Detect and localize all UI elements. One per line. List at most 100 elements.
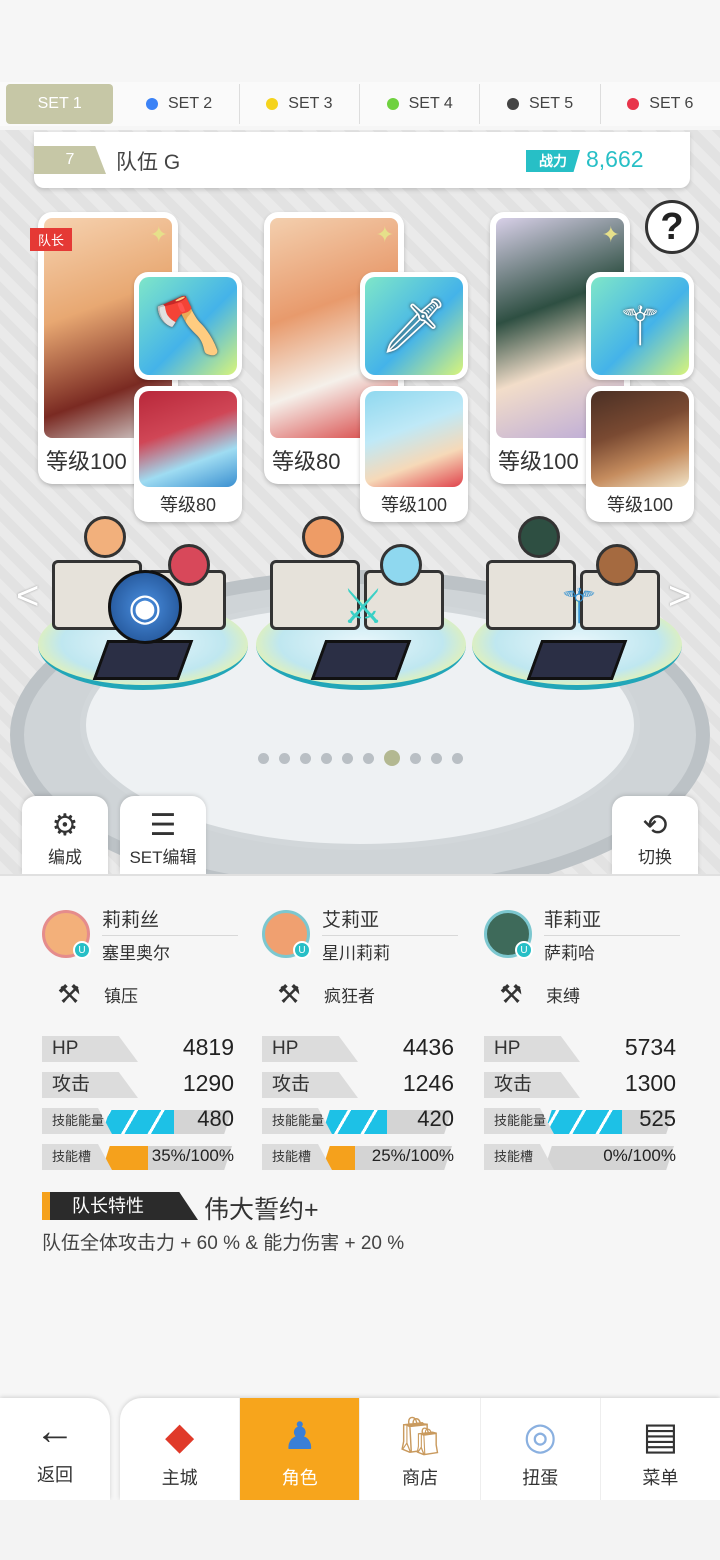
- list-icon: ☰: [149, 809, 177, 842]
- tab-label: SET 3: [288, 95, 333, 112]
- tab-set-4[interactable]: SET 4: [360, 84, 481, 124]
- tab-set-6[interactable]: SET 6: [601, 84, 720, 124]
- support-card[interactable]: 等级80: [134, 386, 242, 522]
- support-portrait: [139, 391, 237, 487]
- staff-icon: ⚚: [591, 277, 689, 375]
- member-names: 莉莉丝 塞里奥尔: [102, 905, 238, 964]
- character-slot-1[interactable]: ✦ 队长 等级100 🪓 等级80: [30, 212, 242, 542]
- energy-row: 技能能量 525: [484, 1106, 680, 1136]
- weapon-card[interactable]: ⚚: [586, 272, 694, 380]
- team-name: 队伍 G: [116, 151, 181, 174]
- support-card[interactable]: 等级100: [586, 386, 694, 522]
- pager-dot[interactable]: [300, 752, 311, 764]
- pager-dot[interactable]: [258, 752, 269, 764]
- pager-dot[interactable]: [279, 752, 290, 764]
- atk-value: 1290: [182, 1070, 234, 1096]
- member-column-3[interactable]: U 菲莉亚 萨莉哈 ⚒ 束缚 HP 5734 攻击 1300 技能能量 525 …: [484, 906, 680, 1172]
- support-card[interactable]: 等级100: [360, 386, 468, 522]
- power-value: 8,662: [586, 146, 644, 172]
- nav-label: 角色: [281, 1468, 318, 1488]
- member-column-2[interactable]: U 艾莉亚 星川莉莉 ⚒ 疯狂者 HP 4436 攻击 1246 技能能量 42…: [262, 906, 458, 1172]
- team-bar[interactable]: 7 队伍 G 战力 8,662: [34, 132, 690, 188]
- member-names: 艾莉亚 星川莉莉: [322, 905, 458, 964]
- tab-label: SET 2: [167, 95, 213, 112]
- weapon-card[interactable]: 🪓: [134, 272, 242, 380]
- skill-row: ⚒ 束缚: [484, 974, 680, 1014]
- slot-label: 技能槽: [42, 1144, 112, 1170]
- u-badge-icon: U: [293, 941, 311, 959]
- nav-item-town[interactable]: ◆ 主城: [120, 1398, 241, 1500]
- pager-dot-active[interactable]: [384, 750, 400, 766]
- switch-button[interactable]: ⟲ 切换: [612, 796, 698, 874]
- pager-dot[interactable]: [410, 752, 421, 764]
- pedestal-panel: [92, 640, 194, 680]
- green-dot-icon: [386, 98, 399, 110]
- character-slot-3[interactable]: ✦ 等级100 ⚚ 等级100: [490, 212, 694, 542]
- back-button[interactable]: ← 返回: [0, 1398, 110, 1500]
- energy-row: 技能能量 480: [42, 1106, 238, 1136]
- nav-label: 扭蛋: [522, 1468, 559, 1488]
- tab-set-1[interactable]: SET 1: [6, 84, 114, 124]
- hp-label: HP: [484, 1036, 580, 1062]
- hp-value: 5734: [624, 1034, 676, 1060]
- nav-item-shop[interactable]: 🛍 商店: [360, 1398, 481, 1500]
- team-number: 7: [34, 146, 106, 174]
- system-bar: [0, 1500, 720, 1560]
- prev-team-arrow-icon[interactable]: <: [16, 574, 39, 619]
- leader-trait-description: 队伍全体攻击力 + 60 % & 能力伤害 + 20 %: [42, 1233, 405, 1254]
- sparkle-icon: ✦: [149, 222, 168, 247]
- pager-dot[interactable]: [342, 752, 353, 764]
- atk-row: 攻击 1290: [42, 1070, 238, 1100]
- nav-label: 商店: [402, 1468, 438, 1488]
- formation-button[interactable]: ⚙ 编成: [22, 796, 108, 874]
- nav-item-gacha[interactable]: ◎ 扭蛋: [481, 1398, 601, 1500]
- energy-value: 420: [417, 1106, 454, 1131]
- blue-dot-icon: [145, 98, 158, 110]
- pager-dot[interactable]: [321, 752, 332, 764]
- gacha-orb-icon: ◎: [523, 1416, 557, 1458]
- set-edit-button[interactable]: ☰ SET编辑: [120, 796, 206, 874]
- nav-item-menu[interactable]: ▤ 菜单: [601, 1398, 720, 1500]
- skill-name: 束缚: [546, 986, 580, 1006]
- next-team-arrow-icon[interactable]: >: [668, 574, 691, 619]
- formation-label: 编成: [48, 848, 82, 867]
- pager-dot[interactable]: [431, 752, 442, 764]
- nav-label: 主城: [161, 1468, 198, 1488]
- town-icon: ◆: [164, 1416, 195, 1458]
- character-level: 等级100: [498, 449, 579, 474]
- chibi-support: [596, 544, 638, 586]
- character-name: 艾莉亚: [322, 905, 458, 936]
- pager-dot[interactable]: [452, 752, 463, 764]
- tab-label: SET 4: [408, 95, 453, 112]
- tab-set-2[interactable]: SET 2: [119, 84, 240, 124]
- support-portrait: [591, 391, 689, 487]
- nav-item-character[interactable]: ♟ 角色: [240, 1398, 361, 1500]
- energy-label: 技能能量: [484, 1108, 554, 1134]
- avatar: U: [484, 910, 533, 959]
- tab-set-3[interactable]: SET 3: [240, 84, 361, 124]
- slot-value: 35%/100%: [151, 1146, 234, 1165]
- character-name: 莉莉丝: [102, 905, 238, 936]
- tab-set-5[interactable]: SET 5: [480, 84, 601, 124]
- member-column-1[interactable]: U 莉莉丝 塞里奥尔 ⚒ 镇压 HP 4819 攻击 1290 技能能量 480…: [42, 906, 238, 1172]
- atk-label: 攻击: [484, 1072, 580, 1098]
- axe-icon: 🪓: [139, 277, 237, 375]
- chibi-support: [380, 544, 422, 586]
- atk-value: 1246: [402, 1070, 454, 1096]
- bottom-nav: ← 返回 ◆ 主城 ♟ 角色 🛍 商店 ◎ 扭蛋 ▤ 菜单: [0, 1398, 720, 1500]
- skill-row: ⚒ 镇压: [42, 974, 238, 1014]
- support-level: 等级100: [606, 495, 674, 515]
- pager-dot[interactable]: [363, 752, 374, 764]
- slot-value: 25%/100%: [371, 1146, 454, 1165]
- chibi-support: [168, 544, 210, 586]
- support-name: 星川莉莉: [322, 943, 390, 963]
- chibi-character: [84, 516, 126, 558]
- skill-name: 疯狂者: [324, 986, 375, 1006]
- black-dot-icon: [506, 98, 519, 110]
- skill-name: 镇压: [104, 986, 138, 1006]
- character-slot-2[interactable]: ✦ 等级80 🗡 等级100: [264, 212, 468, 542]
- sparkle-icon: ✦: [601, 222, 620, 247]
- energy-value: 525: [639, 1106, 676, 1131]
- weapon-card[interactable]: 🗡: [360, 272, 468, 380]
- atk-label: 攻击: [42, 1072, 138, 1098]
